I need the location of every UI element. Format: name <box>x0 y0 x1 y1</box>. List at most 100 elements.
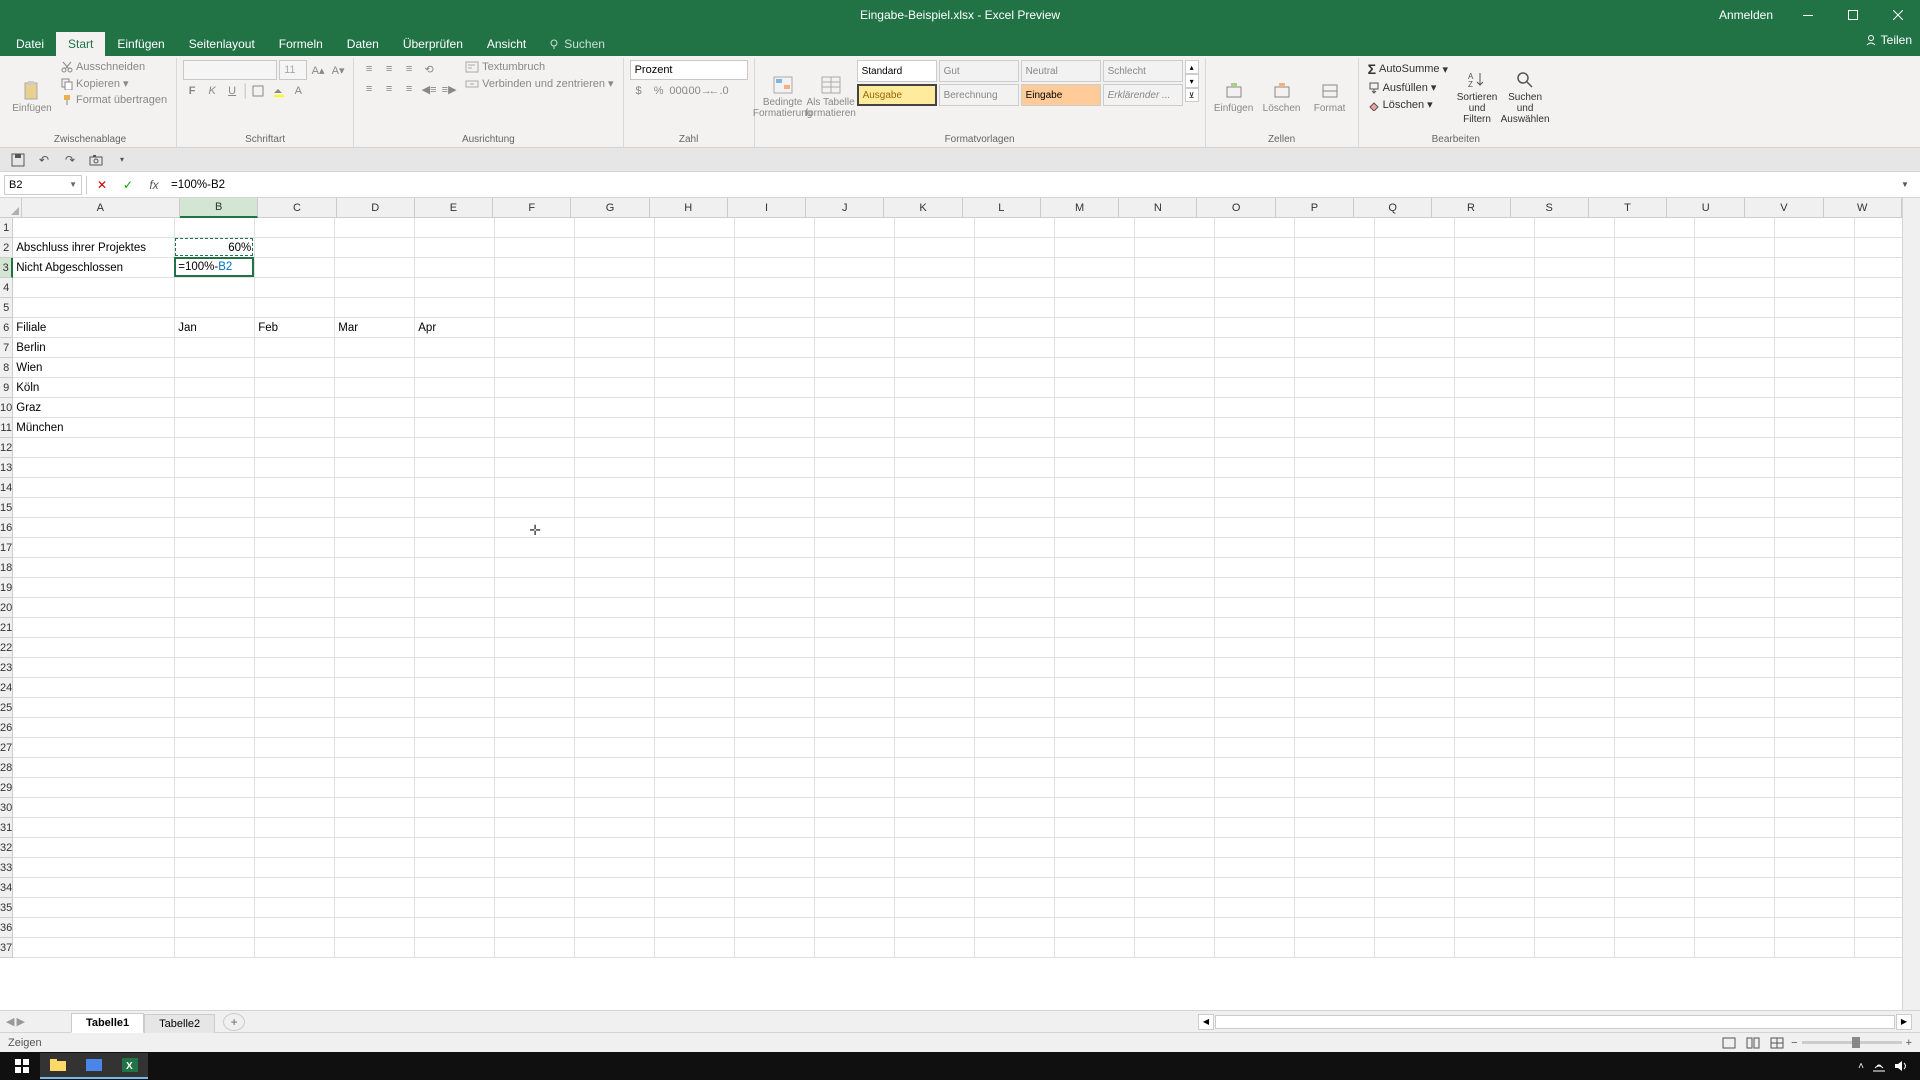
cell-N17[interactable] <box>1135 538 1215 558</box>
cell-O9[interactable] <box>1215 378 1295 398</box>
style-standard[interactable]: Standard <box>857 60 937 82</box>
column-header-V[interactable]: V <box>1745 198 1823 218</box>
row-header-19[interactable]: 19 <box>0 578 13 598</box>
cell-H20[interactable] <box>655 598 735 618</box>
cell-G2[interactable] <box>575 238 655 258</box>
cell-G1[interactable] <box>575 218 655 238</box>
cell-R2[interactable] <box>1455 238 1535 258</box>
cell-G6[interactable] <box>575 318 655 338</box>
cell-U26[interactable] <box>1695 718 1775 738</box>
cell-P6[interactable] <box>1295 318 1375 338</box>
cell-T28[interactable] <box>1615 758 1695 778</box>
cell-L22[interactable] <box>975 638 1055 658</box>
font-name-input[interactable] <box>183 60 277 80</box>
cell-A15[interactable] <box>13 498 175 518</box>
cell-D6[interactable]: Mar <box>335 318 415 338</box>
column-header-O[interactable]: O <box>1197 198 1275 218</box>
cell-U16[interactable] <box>1695 518 1775 538</box>
cell-E37[interactable] <box>415 938 495 958</box>
cell-O31[interactable] <box>1215 818 1295 838</box>
cell-B14[interactable] <box>175 478 255 498</box>
cell-S25[interactable] <box>1535 698 1615 718</box>
row-header-10[interactable]: 10 <box>0 398 13 418</box>
cell-G26[interactable] <box>575 718 655 738</box>
cell-Q21[interactable] <box>1375 618 1455 638</box>
maximize-button[interactable] <box>1830 0 1875 30</box>
cell-O4[interactable] <box>1215 278 1295 298</box>
cell-J8[interactable] <box>815 358 895 378</box>
cell-C30[interactable] <box>255 798 335 818</box>
cell-I17[interactable] <box>735 538 815 558</box>
cell-U32[interactable] <box>1695 838 1775 858</box>
cell-K28[interactable] <box>895 758 975 778</box>
cell-N29[interactable] <box>1135 778 1215 798</box>
cell-P21[interactable] <box>1295 618 1375 638</box>
cell-E27[interactable] <box>415 738 495 758</box>
cell-V33[interactable] <box>1775 858 1855 878</box>
cell-F26[interactable] <box>495 718 575 738</box>
cell-W14[interactable] <box>1855 478 1902 498</box>
cell-I5[interactable] <box>735 298 815 318</box>
cell-P28[interactable] <box>1295 758 1375 778</box>
cell-S9[interactable] <box>1535 378 1615 398</box>
cell-Q1[interactable] <box>1375 218 1455 238</box>
cell-Q8[interactable] <box>1375 358 1455 378</box>
cell-M17[interactable] <box>1055 538 1135 558</box>
cell-V18[interactable] <box>1775 558 1855 578</box>
sheet-nav-last[interactable]: ▶ <box>16 1015 24 1028</box>
cell-S19[interactable] <box>1535 578 1615 598</box>
cell-M20[interactable] <box>1055 598 1135 618</box>
cell-R5[interactable] <box>1455 298 1535 318</box>
cell-P5[interactable] <box>1295 298 1375 318</box>
cell-I4[interactable] <box>735 278 815 298</box>
cell-S30[interactable] <box>1535 798 1615 818</box>
cell-A32[interactable] <box>13 838 175 858</box>
page-break-view-button[interactable] <box>1767 1035 1787 1051</box>
cell-B27[interactable] <box>175 738 255 758</box>
cell-U3[interactable] <box>1695 258 1775 278</box>
cell-Q12[interactable] <box>1375 438 1455 458</box>
cell-K27[interactable] <box>895 738 975 758</box>
cell-R13[interactable] <box>1455 458 1535 478</box>
select-all-button[interactable] <box>0 198 22 218</box>
cell-O5[interactable] <box>1215 298 1295 318</box>
cell-L3[interactable] <box>975 258 1055 278</box>
cell-J18[interactable] <box>815 558 895 578</box>
cell-M23[interactable] <box>1055 658 1135 678</box>
column-header-D[interactable]: D <box>337 198 415 218</box>
tab-view[interactable]: Ansicht <box>475 32 538 56</box>
cell-N3[interactable] <box>1135 258 1215 278</box>
cell-E4[interactable] <box>415 278 495 298</box>
cell-H5[interactable] <box>655 298 735 318</box>
cell-H36[interactable] <box>655 918 735 938</box>
cell-R9[interactable] <box>1455 378 1535 398</box>
cell-W17[interactable] <box>1855 538 1902 558</box>
cell-S28[interactable] <box>1535 758 1615 778</box>
cell-W8[interactable] <box>1855 358 1902 378</box>
cell-Q37[interactable] <box>1375 938 1455 958</box>
cell-C9[interactable] <box>255 378 335 398</box>
cell-H12[interactable] <box>655 438 735 458</box>
row-header-6[interactable]: 6 <box>0 318 13 338</box>
cell-V2[interactable] <box>1775 238 1855 258</box>
cell-A23[interactable] <box>13 658 175 678</box>
cell-L16[interactable] <box>975 518 1055 538</box>
cell-S37[interactable] <box>1535 938 1615 958</box>
cell-W5[interactable] <box>1855 298 1902 318</box>
cell-T31[interactable] <box>1615 818 1695 838</box>
cell-N15[interactable] <box>1135 498 1215 518</box>
cell-M34[interactable] <box>1055 878 1135 898</box>
zoom-out-button[interactable]: − <box>1791 1037 1797 1049</box>
cell-A36[interactable] <box>13 918 175 938</box>
cell-D29[interactable] <box>335 778 415 798</box>
cell-E6[interactable]: Apr <box>415 318 495 338</box>
cell-O11[interactable] <box>1215 418 1295 438</box>
cell-A4[interactable] <box>13 278 175 298</box>
cell-K23[interactable] <box>895 658 975 678</box>
cell-C31[interactable] <box>255 818 335 838</box>
cell-S34[interactable] <box>1535 878 1615 898</box>
cell-P31[interactable] <box>1295 818 1375 838</box>
cell-D37[interactable] <box>335 938 415 958</box>
cell-I21[interactable] <box>735 618 815 638</box>
cell-S20[interactable] <box>1535 598 1615 618</box>
